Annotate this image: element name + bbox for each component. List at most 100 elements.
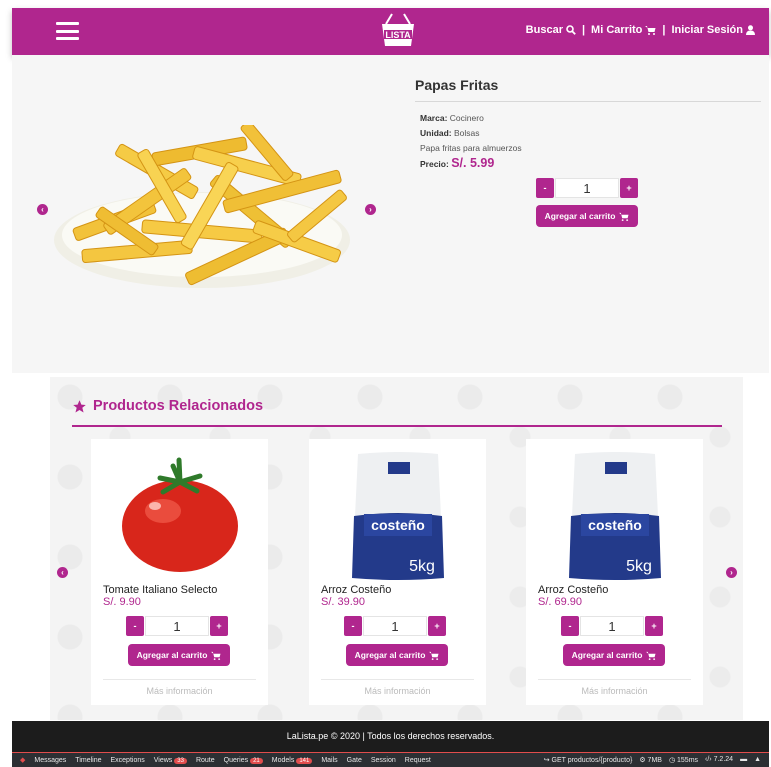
card-divider [103, 679, 256, 680]
debug-route: ↪ GET productos/{producto} [543, 757, 633, 764]
related-products-title: Productos Relacionados [93, 398, 264, 414]
star-icon [73, 399, 86, 412]
search-label: Buscar [525, 24, 563, 36]
cart-link[interactable]: Mi Carrito [591, 24, 656, 36]
cart-label: Mi Carrito [591, 24, 643, 36]
product-card[interactable]: costeño 5kg Arroz Costeño S/. 69.90 - + … [526, 439, 703, 705]
product-card[interactable]: costeño 5kg Arroz Costeño S/. 39.90 - + … [309, 439, 486, 705]
debug-tab-views[interactable]: Views 33 [154, 757, 187, 764]
svg-text:costeño: costeño [371, 517, 425, 533]
add-to-cart-label: Agregar al carrito [571, 650, 643, 660]
product-quantity-stepper: - + [536, 178, 638, 198]
debug-route-value: GET productos/{producto} [551, 757, 633, 764]
quantity-decrease-button[interactable]: - [561, 616, 579, 636]
more-info-link[interactable]: Más información [309, 686, 486, 696]
lalista-logo[interactable]: LISTA [378, 12, 418, 48]
navbar-links: Buscar | Mi Carrito | Iniciar Sesión [526, 24, 755, 36]
quantity-input[interactable] [580, 616, 644, 636]
brand-label: Marca: [420, 113, 448, 123]
debug-bar-stats: ↪ GET productos/{producto} ⚙ 7MB ◷ 155ms… [544, 756, 769, 764]
search-link[interactable]: Buscar [526, 24, 576, 36]
debug-collapse-icon[interactable]: ▲ [754, 756, 761, 764]
carousel-prev-icon[interactable]: ‹ [37, 204, 48, 215]
svg-text:costeño: costeño [588, 517, 642, 533]
quantity-input[interactable] [145, 616, 209, 636]
more-info-link[interactable]: Más información [526, 686, 703, 696]
related-next-icon[interactable]: › [726, 567, 737, 578]
unit-label: Unidad: [420, 128, 452, 138]
product-card-name: Tomate Italiano Selecto [103, 584, 218, 596]
price-label: Precio: [420, 159, 449, 169]
debug-folder-icon[interactable]: ▬ [740, 756, 747, 764]
product-card[interactable]: Tomate Italiano Selecto S/. 9.90 - + Agr… [91, 439, 268, 705]
more-info-link[interactable]: Más información [91, 686, 268, 696]
card-quantity-stepper: - + [344, 616, 446, 636]
add-to-cart-button[interactable]: Agregar al carrito [128, 644, 230, 666]
top-navbar: LISTA Buscar | Mi Carrito | Iniciar Sesi… [12, 8, 769, 55]
add-to-cart-label: Agregar al carrito [136, 650, 208, 660]
debug-time-value: 155ms [677, 757, 699, 764]
quantity-increase-button[interactable]: + [428, 616, 446, 636]
product-image-rice-bag: costeño 5kg [526, 451, 703, 581]
product-image-rice-bag: costeño 5kg [309, 451, 486, 581]
debug-tab-models[interactable]: Models 141 [272, 757, 313, 764]
related-products-heading: Productos Relacionados [72, 398, 263, 414]
footer: LaLista.pe © 2020 | Todos los derechos r… [12, 721, 769, 752]
login-label: Iniciar Sesión [671, 24, 743, 36]
hamburger-menu-icon[interactable] [56, 22, 79, 40]
debug-time: ◷ 155ms [668, 757, 699, 764]
card-divider [538, 679, 691, 680]
add-to-cart-button[interactable]: Agregar al carrito [346, 644, 448, 666]
cart-icon [645, 26, 656, 35]
product-price-row: Precio: S/. 5.99 [420, 156, 522, 172]
queries-count-badge: 21 [250, 757, 263, 764]
debug-tab-route[interactable]: Route [196, 757, 215, 764]
nav-separator: | [662, 24, 666, 36]
product-card-price: S/. 69.90 [538, 596, 583, 608]
quantity-input[interactable] [363, 616, 427, 636]
debug-tab-messages[interactable]: Messages [34, 757, 66, 764]
svg-text:LISTA: LISTA [385, 30, 411, 40]
debug-tab-views-label: Views [153, 756, 173, 764]
product-image-fries [52, 121, 364, 295]
debug-tab-exceptions[interactable]: Exceptions [111, 757, 145, 764]
add-to-cart-button[interactable]: Agregar al carrito [536, 205, 638, 227]
card-quantity-stepper: - + [561, 616, 663, 636]
product-card-name: Arroz Costeño [538, 584, 609, 596]
quantity-increase-button[interactable]: + [620, 178, 638, 198]
quantity-input[interactable] [555, 178, 619, 198]
product-description: Papa fritas para almuerzos [420, 143, 522, 153]
cart-icon [646, 651, 656, 660]
debug-tab-queries[interactable]: Queries 21 [224, 757, 263, 764]
debug-tab-models-label: Models [271, 756, 295, 764]
quantity-decrease-button[interactable]: - [126, 616, 144, 636]
quantity-decrease-button[interactable]: - [344, 616, 362, 636]
debug-tab-gate[interactable]: Gate [347, 757, 362, 764]
cart-icon [211, 651, 221, 660]
unit-value: Bolsas [454, 128, 480, 138]
quantity-decrease-button[interactable]: - [536, 178, 554, 198]
debug-tab-request[interactable]: Request [405, 757, 431, 764]
add-to-cart-button[interactable]: Agregar al carrito [563, 644, 665, 666]
debug-tab-timeline[interactable]: Timeline [75, 757, 101, 764]
quantity-increase-button[interactable]: + [210, 616, 228, 636]
product-divider [415, 101, 761, 102]
product-title: Papas Fritas [415, 77, 499, 93]
debug-tab-session[interactable]: Session [371, 757, 396, 764]
debug-tab-queries-label: Queries [223, 756, 249, 764]
debug-memory: ⚙ 7MB [639, 757, 662, 764]
add-to-cart-label: Agregar al carrito [544, 211, 616, 221]
related-prev-icon[interactable]: ‹ [57, 567, 68, 578]
carousel-next-icon[interactable]: › [365, 204, 376, 215]
brand-value: Cocinero [449, 113, 484, 123]
debug-tab-mails[interactable]: Mails [321, 757, 337, 764]
svg-text:5kg: 5kg [626, 558, 652, 575]
views-count-badge: 33 [174, 757, 187, 764]
login-link[interactable]: Iniciar Sesión [671, 24, 755, 36]
debugbar-logo-icon[interactable]: ◆ [20, 756, 25, 764]
product-price: S/. 5.99 [451, 156, 495, 170]
quantity-increase-button[interactable]: + [645, 616, 663, 636]
product-card-price: S/. 39.90 [321, 596, 366, 608]
product-card-name: Arroz Costeño [321, 584, 392, 596]
user-icon [746, 25, 755, 35]
